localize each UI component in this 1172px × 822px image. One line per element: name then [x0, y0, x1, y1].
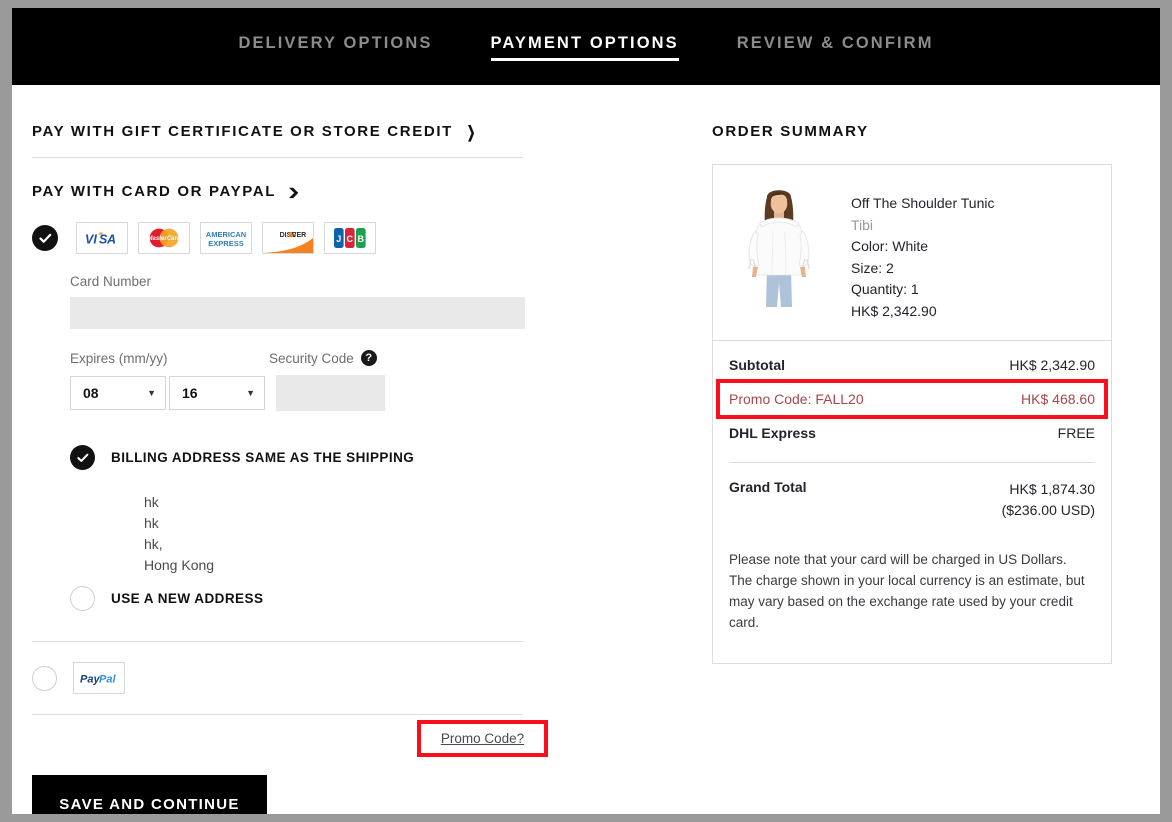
card-number-label: Card Number	[70, 274, 152, 289]
save-and-continue-button[interactable]: SAVE AND CONTINUE	[32, 775, 267, 814]
gift-certificate-header-label: PAY WITH GIFT CERTIFICATE OR STORE CREDI…	[32, 123, 453, 140]
payment-column: PAY WITH GIFT CERTIFICATE OR STORE CREDI…	[12, 85, 548, 814]
svg-text:AMERICAN: AMERICAN	[206, 230, 246, 239]
product-brand: Tibi	[851, 216, 874, 233]
subtotal-row: Subtotal HK$ 2,342.90	[729, 348, 1095, 382]
security-code-input[interactable]	[276, 375, 385, 411]
grand-total-label: Grand Total	[729, 479, 807, 495]
divider	[32, 157, 523, 158]
radio-unselected-icon	[70, 586, 95, 611]
step-delivery-options[interactable]: DELIVERY OPTIONS	[238, 35, 432, 59]
step-review-confirm[interactable]: REVIEW & CONFIRM	[737, 35, 934, 59]
paypal-icon[interactable]: Pay Pal	[73, 662, 125, 694]
promo-code-link[interactable]: Promo Code?	[441, 731, 524, 746]
checkout-page: DELIVERY OPTIONS PAYMENT OPTIONS REVIEW …	[12, 8, 1160, 814]
checkout-body: PAY WITH GIFT CERTIFICATE OR STORE CREDI…	[12, 85, 1160, 814]
use-new-address-label: USE A NEW ADDRESS	[111, 591, 264, 606]
shipping-value: FREE	[1057, 425, 1095, 441]
expiry-and-security-row: 08 ▼ 16 ▼	[70, 375, 542, 411]
use-new-address-option[interactable]: USE A NEW ADDRESS	[70, 586, 542, 611]
svg-text:VER: VER	[292, 232, 306, 239]
expiry-month-value: 08	[83, 385, 99, 401]
shipping-row: DHL Express FREE	[729, 416, 1095, 450]
security-code-label-group: Security Code ?	[269, 350, 377, 366]
visa-icon[interactable]: VI S A	[76, 222, 128, 254]
shipping-label: DHL Express	[729, 425, 816, 441]
order-line-item: Off The Shoulder Tunic Tibi Color: White…	[713, 165, 1111, 341]
chevron-down-icon: ❯	[287, 185, 303, 198]
card-method-selected-checkmark[interactable]	[32, 225, 58, 251]
gift-certificate-section-header[interactable]: PAY WITH GIFT CERTIFICATE OR STORE CREDI…	[32, 123, 542, 140]
order-summary-column: ORDER SUMMARY Off The Shoulder Tunic Tib…	[542, 85, 1160, 814]
product-size: Size: 2	[851, 259, 894, 276]
currency-disclaimer: Please note that your card will be charg…	[729, 552, 1085, 630]
svg-text:Pay: Pay	[80, 674, 100, 686]
jcb-icon[interactable]: J C B	[324, 222, 376, 254]
svg-text:C: C	[347, 234, 354, 244]
promo-code-highlight-box: Promo Code?	[417, 720, 548, 757]
card-brand-row: VI S A MasterCard AMERICAN EXPRESS DISC …	[32, 222, 542, 254]
american-express-icon[interactable]: AMERICAN EXPRESS	[200, 222, 252, 254]
chevron-down-icon: ▼	[246, 387, 255, 398]
grand-total-usd: ($236.00 USD)	[1001, 502, 1095, 518]
svg-text:J: J	[336, 234, 341, 244]
radio-selected-icon	[70, 445, 95, 470]
divider	[729, 462, 1095, 463]
card-paypal-section-header[interactable]: PAY WITH CARD OR PAYPAL ❯	[32, 183, 542, 200]
expiry-month-select[interactable]: 08 ▼	[70, 376, 166, 410]
svg-text:MasterCard: MasterCard	[147, 236, 180, 242]
promo-code-label: Promo Code: FALL20	[729, 391, 864, 407]
svg-text:B: B	[358, 234, 365, 244]
promo-code-row: Promo Code: FALL20 HK$ 468.60	[716, 379, 1108, 419]
address-line-4: Hong Kong	[144, 557, 215, 573]
product-quantity: Quantity: 1	[851, 281, 919, 297]
billing-same-label: BILLING ADDRESS SAME AS THE SHIPPING	[111, 450, 415, 465]
expiry-year-select[interactable]: 16 ▼	[169, 376, 265, 410]
product-name: Off The Shoulder Tunic	[851, 195, 995, 211]
order-summary-card: Off The Shoulder Tunic Tibi Color: White…	[712, 164, 1112, 664]
grand-total-row: Grand Total HK$ 1,874.30 ($236.00 USD)	[729, 467, 1095, 521]
chevron-right-icon: ❯	[466, 122, 477, 141]
expires-label: Expires (mm/yy)	[70, 351, 168, 366]
address-line-1: hk	[144, 494, 159, 510]
product-price: HK$ 2,342.90	[851, 302, 937, 319]
promo-code-area: Promo Code?	[32, 715, 548, 759]
grand-total-value: HK$ 1,874.30	[1009, 481, 1095, 497]
radio-unselected-icon	[32, 665, 57, 691]
security-code-label: Security Code	[269, 350, 354, 366]
step-payment-options[interactable]: PAYMENT OPTIONS	[490, 35, 680, 61]
checkout-step-nav: DELIVERY OPTIONS PAYMENT OPTIONS REVIEW …	[12, 8, 1160, 85]
product-details: Off The Shoulder Tunic Tibi Color: White…	[851, 183, 994, 322]
svg-text:EXPRESS: EXPRESS	[208, 239, 243, 248]
paypal-method-row[interactable]: Pay Pal	[32, 662, 542, 694]
card-paypal-header-label: PAY WITH CARD OR PAYPAL	[32, 183, 277, 200]
expiry-year-value: 16	[182, 385, 198, 401]
svg-text:Pal: Pal	[99, 674, 116, 686]
address-line-2: hk	[144, 515, 159, 531]
billing-same-as-shipping-option[interactable]: BILLING ADDRESS SAME AS THE SHIPPING	[70, 445, 542, 470]
help-icon[interactable]: ?	[360, 350, 377, 366]
order-totals: Subtotal HK$ 2,342.90 Promo Code: FALL20…	[713, 348, 1111, 521]
mastercard-icon[interactable]: MasterCard	[138, 222, 190, 254]
subtotal-value: HK$ 2,342.90	[1009, 357, 1095, 373]
product-color: Color: White	[851, 238, 929, 254]
subtotal-label: Subtotal	[729, 357, 785, 373]
svg-text:VI: VI	[85, 232, 97, 246]
billing-address-block: hk hk hk, Hong Kong	[144, 492, 542, 576]
svg-text:A: A	[106, 232, 116, 246]
address-line-3: hk,	[144, 536, 163, 552]
product-thumbnail	[729, 183, 829, 311]
chevron-down-icon: ▼	[147, 387, 156, 398]
order-summary-title: ORDER SUMMARY	[712, 123, 869, 140]
promo-code-value: HK$ 468.60	[1021, 391, 1095, 407]
divider	[32, 641, 523, 642]
card-number-input[interactable]	[70, 297, 525, 329]
grand-total-values: HK$ 1,874.30 ($236.00 USD)	[1002, 479, 1095, 521]
discover-icon[interactable]: DISC VER	[262, 222, 314, 254]
